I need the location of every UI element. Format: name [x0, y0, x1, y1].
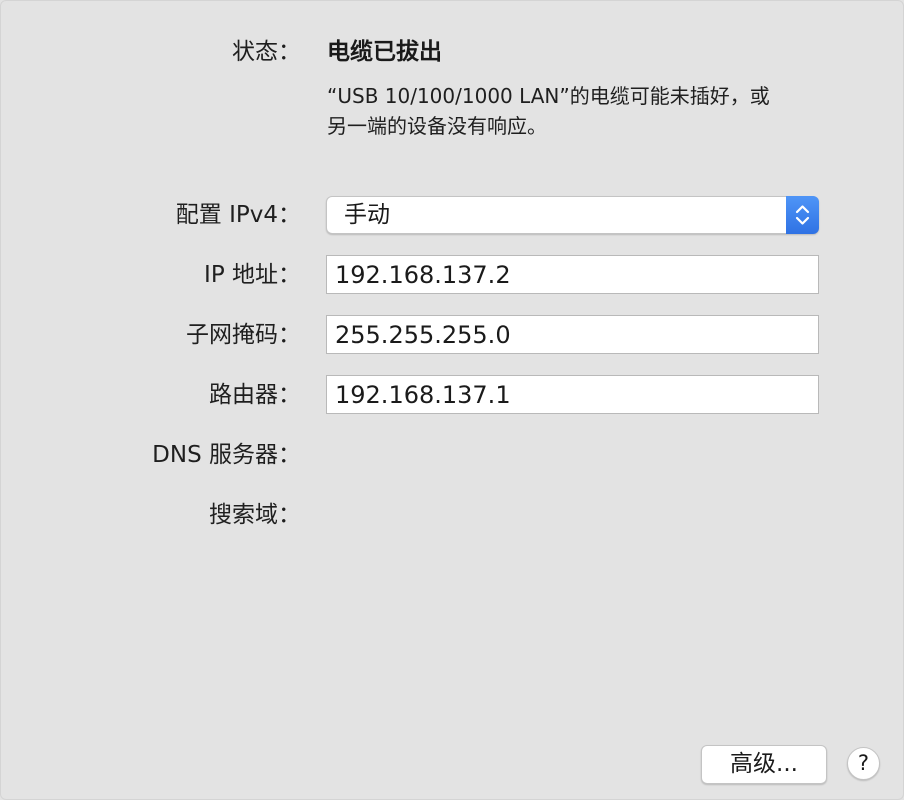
router-field[interactable]: [326, 375, 819, 414]
configure-ipv4-selected: 手动: [344, 202, 390, 228]
status-description-line2: 另一端的设备没有响应。: [327, 114, 547, 138]
ip-address-field[interactable]: [326, 255, 819, 294]
configure-ipv4-select[interactable]: 手动: [326, 196, 819, 234]
dns-servers-label: DNS 服务器：: [152, 442, 301, 468]
status-value: 电缆已拔出: [327, 39, 442, 65]
search-domains-label: 搜索域：: [209, 502, 301, 528]
subnet-mask-label: 子网掩码：: [186, 322, 301, 348]
ip-address-label: IP 地址：: [204, 262, 301, 288]
help-button[interactable]: ?: [847, 747, 880, 780]
advanced-button[interactable]: 高级...: [701, 745, 827, 784]
subnet-mask-field[interactable]: [326, 315, 819, 354]
status-description: “USB 10/100/1000 LAN”的电缆可能未插好，或 另一端的设备没有…: [327, 81, 827, 141]
updown-chevron-icon: [786, 196, 819, 234]
status-label: 状态：: [232, 39, 301, 65]
configure-ipv4-label: 配置 IPv4：: [175, 202, 301, 228]
router-label: 路由器：: [209, 382, 301, 408]
network-settings-panel: 状态： 电缆已拔出 “USB 10/100/1000 LAN”的电缆可能未插好，…: [0, 0, 904, 800]
status-description-line1: “USB 10/100/1000 LAN”的电缆可能未插好，或: [327, 84, 770, 108]
